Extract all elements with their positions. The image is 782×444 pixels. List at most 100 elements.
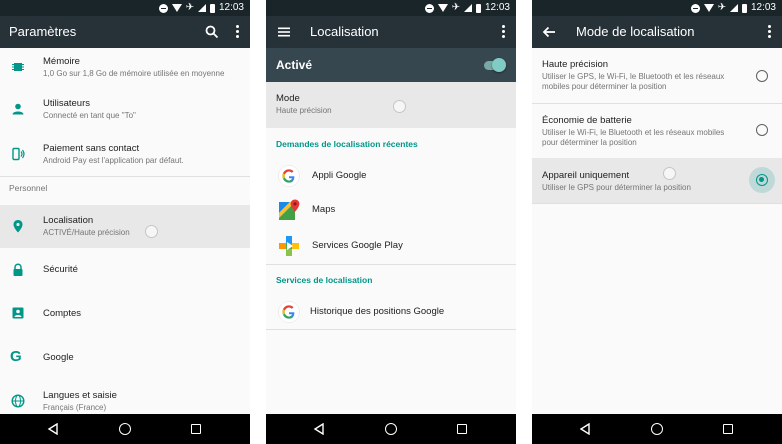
settings-item-title: Google	[43, 352, 74, 363]
navigation-bar	[0, 414, 250, 444]
lock-icon	[13, 263, 23, 276]
settings-item-location[interactable]: Localisation ACTIVÉ/Haute précision	[0, 205, 250, 248]
airplane-mode-icon: ✈	[185, 2, 194, 13]
option-title: Haute précision	[542, 59, 609, 70]
option-description: Utiliser le GPS pour déterminer la posit…	[542, 183, 691, 192]
wifi-icon	[437, 4, 448, 12]
back-icon[interactable]	[313, 423, 325, 435]
app-label: Maps	[312, 204, 336, 215]
more-options-icon[interactable]	[768, 25, 772, 39]
status-bar: ✈ 12:03	[266, 0, 516, 16]
settings-item-languages[interactable]: Langues et saisie Français (France)	[0, 380, 250, 414]
app-bar: Paramètres	[0, 16, 250, 48]
settings-item-memory[interactable]: Mémoire 1,0 Go sur 1,8 Go de mémoire uti…	[0, 48, 250, 92]
recent-app-row[interactable]: Maps	[266, 193, 516, 227]
search-icon[interactable]	[204, 24, 220, 40]
radio-button-selected[interactable]	[756, 174, 768, 186]
app-label: Appli Google	[312, 170, 367, 181]
maps-icon	[279, 199, 300, 220]
home-icon[interactable]	[651, 423, 663, 435]
settings-item-accounts[interactable]: Comptes	[0, 292, 250, 336]
wifi-icon	[703, 4, 714, 12]
mode-option-battery-saving[interactable]: Économie de batterie Utiliser le Wi-Fi, …	[532, 104, 782, 158]
navigation-bar	[266, 414, 516, 444]
do-not-disturb-icon	[158, 3, 168, 13]
settings-item-subtitle: Français (France)	[43, 403, 107, 412]
option-title: Économie de batterie	[542, 115, 632, 126]
radio-button[interactable]	[756, 124, 768, 136]
memory-chip-icon	[12, 63, 24, 71]
google-g-icon	[278, 165, 300, 187]
recent-requests-header: Demandes de localisation récentes	[276, 139, 418, 149]
person-icon	[12, 103, 24, 115]
page-title: Mode de localisation	[576, 24, 695, 39]
battery-icon	[475, 3, 481, 13]
navigation-bar	[532, 414, 782, 444]
status-time: 12:03	[484, 2, 510, 13]
back-icon[interactable]	[47, 423, 59, 435]
option-description: Utiliser le GPS, le Wi-Fi, le Bluetooth …	[542, 72, 725, 91]
location-mode-screen: ✈ 12:03 Mode de localisation Haute préci…	[532, 0, 782, 444]
battery-icon	[741, 3, 747, 13]
settings-item-subtitle: Android Pay est l'application par défaut…	[43, 156, 184, 165]
more-options-icon[interactable]	[502, 25, 506, 39]
play-services-icon	[279, 236, 299, 256]
option-title: Appareil uniquement	[542, 170, 630, 181]
settings-item-subtitle: ACTIVÉ/Haute précision	[43, 228, 130, 237]
do-not-disturb-icon	[690, 3, 700, 13]
status-bar: ✈ 12:03	[532, 0, 782, 16]
settings-item-tap-pay[interactable]: Paiement sans contact Android Pay est l'…	[0, 136, 250, 176]
home-icon[interactable]	[119, 423, 131, 435]
touch-indicator	[663, 167, 676, 180]
back-arrow-icon[interactable]	[541, 24, 557, 40]
settings-item-title: Comptes	[43, 308, 82, 319]
touch-indicator	[393, 100, 406, 113]
airplane-mode-icon: ✈	[717, 2, 726, 13]
wifi-icon	[171, 4, 182, 12]
settings-item-title: Paiement sans contact	[43, 143, 140, 154]
more-options-icon[interactable]	[236, 25, 240, 39]
recent-apps-icon[interactable]	[457, 424, 467, 434]
page-title: Localisation	[310, 24, 379, 39]
tap-and-pay-icon	[12, 147, 25, 161]
touch-indicator	[145, 225, 158, 238]
mode-option-high-accuracy[interactable]: Haute précision Utiliser le GPS, le Wi-F…	[532, 48, 782, 103]
location-services-header: Services de localisation	[276, 275, 373, 285]
section-header-personal: Personnel	[9, 183, 48, 193]
google-g-icon: G	[10, 348, 22, 365]
mode-title: Mode	[276, 93, 300, 104]
recent-app-row[interactable]: Services Google Play	[266, 229, 516, 263]
mode-option-device-only[interactable]: Appareil uniquement Utiliser le GPS pour…	[532, 158, 782, 203]
radio-button[interactable]	[756, 70, 768, 82]
divider	[266, 329, 516, 330]
settings-item-security[interactable]: Sécurité	[0, 248, 250, 292]
status-time: 12:03	[750, 2, 776, 13]
settings-item-users[interactable]: Utilisateurs Connecté en tant que "To"	[0, 92, 250, 136]
settings-item-subtitle: Connecté en tant que "To"	[43, 111, 136, 120]
location-screen: ✈ 12:03 Localisation Activé Mode Haute p…	[266, 0, 516, 444]
app-label: Historique des positions Google	[310, 306, 445, 317]
recent-apps-icon[interactable]	[723, 424, 733, 434]
battery-icon	[209, 3, 215, 13]
location-master-switch-bar[interactable]: Activé	[266, 48, 516, 82]
recent-apps-icon[interactable]	[191, 424, 201, 434]
master-switch-label: Activé	[276, 58, 313, 72]
menu-icon[interactable]	[276, 24, 292, 40]
back-icon[interactable]	[579, 423, 591, 435]
settings-item-google[interactable]: G Google	[0, 336, 250, 380]
divider	[532, 203, 782, 204]
location-toggle[interactable]	[492, 58, 506, 72]
cell-signal-icon	[463, 4, 472, 12]
page-title: Paramètres	[9, 24, 77, 39]
location-mode-row[interactable]: Mode Haute précision	[266, 82, 516, 128]
recent-app-row[interactable]: Appli Google	[266, 159, 516, 193]
settings-item-title: Langues et saisie	[43, 390, 117, 401]
location-service-row[interactable]: Historique des positions Google	[266, 295, 516, 329]
account-box-icon	[12, 307, 24, 319]
settings-screen: ✈ 12:03 Paramètres Mémoire 1,0 Go sur 1,…	[0, 0, 250, 444]
cell-signal-icon	[729, 4, 738, 12]
home-icon[interactable]	[385, 423, 397, 435]
globe-icon	[11, 394, 25, 408]
settings-item-title: Utilisateurs	[43, 98, 90, 109]
settings-item-title: Sécurité	[43, 264, 78, 275]
